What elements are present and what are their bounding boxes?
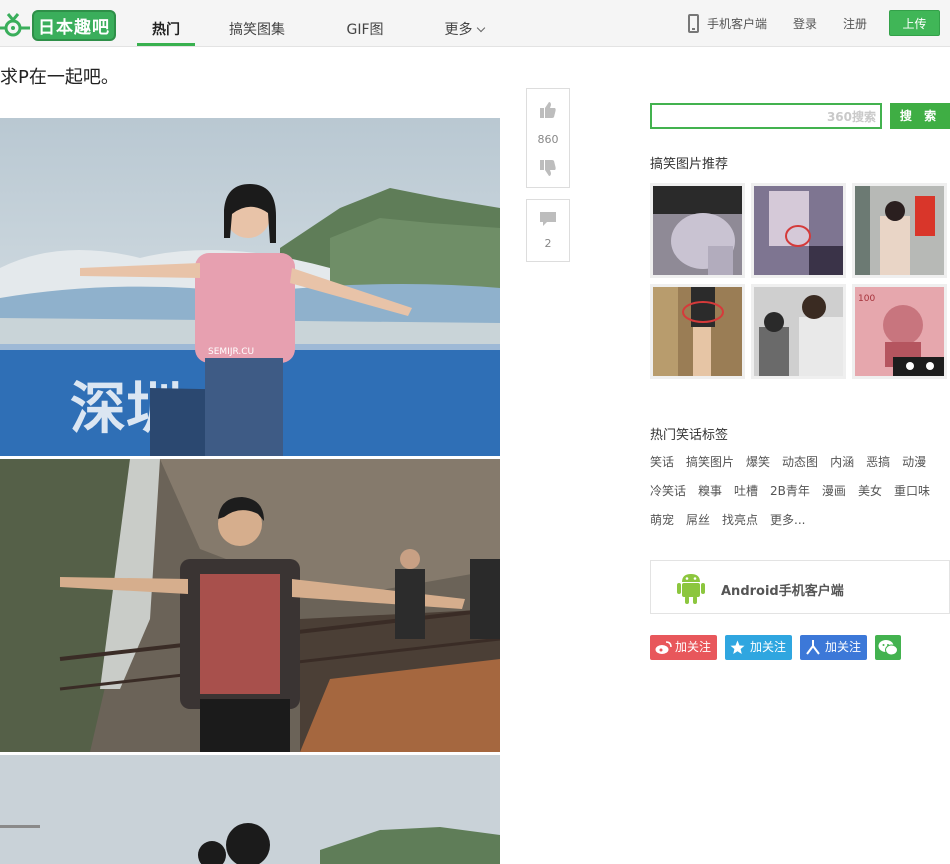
tags-title: 热门笑话标签 [650, 428, 729, 443]
tag-link[interactable]: 吐槽 [734, 482, 758, 499]
logo-mark-icon [0, 11, 30, 39]
post-photo-1: 深圳小 SEMIJR.CU [0, 118, 500, 456]
post-photo-3 [0, 755, 500, 864]
photo-watermark: SEMIJR.CU [208, 347, 254, 357]
like-count: 860 [537, 133, 559, 146]
follow-label: 加关注 [824, 640, 861, 654]
phone-icon [687, 13, 699, 33]
tag-link[interactable]: 重口味 [894, 482, 930, 499]
login-link[interactable]: 登录 [793, 15, 817, 32]
tag-link[interactable]: 更多... [770, 511, 805, 528]
search-box: 360搜索 [650, 103, 882, 129]
tag-link[interactable]: 恶搞 [866, 453, 890, 470]
header-actions: 手机客户端 登录 注册 上传 [687, 0, 940, 46]
nav-item-label: 搞笑图集 [229, 22, 285, 38]
thumbs-down-icon[interactable] [539, 159, 557, 177]
qzone-follow-button[interactable]: 加关注 [725, 635, 792, 660]
android-client-label: Android手机客户端 [721, 584, 844, 599]
android-client-banner[interactable]: Android手机客户端 [650, 560, 950, 614]
wechat-follow-button[interactable] [875, 635, 901, 660]
weibo-icon [655, 641, 672, 654]
tag-link[interactable]: 爆笑 [746, 453, 770, 470]
tag-row: 冷笑话 糗事 吐槽 2B青年 漫画 美女 重口味 [650, 482, 942, 499]
nav-item-label: 更多 [444, 22, 473, 38]
tag-link[interactable]: 屌丝 [686, 511, 710, 528]
search-button[interactable]: 搜 索 [890, 103, 950, 129]
recommend-thumb[interactable]: 100 [852, 284, 947, 379]
nav-item-hot[interactable]: 热门 [137, 0, 195, 46]
renren-follow-button[interactable]: 加关注 [800, 635, 867, 660]
chevron-down-icon [476, 23, 485, 33]
tag-row: 萌宠 屌丝 找亮点 更多... [650, 511, 818, 528]
nav-item-more[interactable]: 更多 [442, 0, 486, 46]
logo-text: 日本趣吧 [32, 9, 116, 41]
comment-icon [540, 212, 556, 226]
tag-link[interactable]: 搞笑图片 [686, 453, 734, 470]
nav-item-label: 热门 [152, 22, 180, 38]
post-title: 求P在一起吧。 [0, 67, 119, 88]
tag-link[interactable]: 找亮点 [722, 511, 758, 528]
tag-link[interactable]: 糗事 [698, 482, 722, 499]
mobile-client-link[interactable]: 手机客户端 [707, 15, 767, 32]
follow-label: 加关注 [674, 640, 711, 654]
tag-link[interactable]: 笑话 [650, 453, 674, 470]
tag-link[interactable]: 动态图 [782, 453, 818, 470]
vote-box: 860 [526, 88, 570, 188]
upload-button[interactable]: 上传 [889, 10, 940, 36]
wechat-icon [878, 640, 898, 656]
nav-item-funny-albums[interactable]: 搞笑图集 [228, 0, 286, 46]
tag-link[interactable]: 美女 [858, 482, 882, 499]
recommend-thumb[interactable] [650, 284, 745, 379]
comment-count: 2 [544, 237, 552, 250]
main-nav: 热门 搞笑图集 GIF图 更多 [137, 0, 486, 46]
recommend-thumb[interactable] [650, 183, 745, 278]
tag-link[interactable]: 萌宠 [650, 511, 674, 528]
site-logo[interactable]: 日本趣吧 [0, 9, 116, 41]
recommend-thumb[interactable] [751, 183, 846, 278]
tag-row: 笑话 搞笑图片 爆笑 动态图 内涵 恶搞 动漫 [650, 453, 938, 470]
tag-link[interactable]: 漫画 [822, 482, 846, 499]
svg-text:100: 100 [858, 294, 875, 304]
recommend-thumb[interactable] [751, 284, 846, 379]
thumbs-up-icon[interactable] [539, 101, 557, 119]
qzone-icon [730, 640, 745, 654]
tag-link[interactable]: 冷笑话 [650, 482, 686, 499]
tag-link[interactable]: 动漫 [902, 453, 926, 470]
post-photo-2 [0, 459, 500, 752]
comment-box[interactable]: 2 [526, 199, 570, 262]
weibo-follow-button[interactable]: 加关注 [650, 635, 717, 660]
recommend-thumb[interactable] [852, 183, 947, 278]
search-brand-logo: 360搜索 [826, 110, 876, 124]
renren-icon [806, 640, 820, 655]
android-icon [677, 574, 705, 604]
follow-label: 加关注 [749, 640, 786, 654]
nav-item-label: GIF图 [346, 22, 384, 38]
nav-item-gif[interactable]: GIF图 [345, 0, 385, 46]
top-header: 日本趣吧 热门 搞笑图集 GIF图 更多 手机客户端 登录 注册 上传 [0, 0, 950, 47]
search-input[interactable] [656, 105, 786, 127]
register-link[interactable]: 注册 [843, 15, 867, 32]
recommend-title: 搞笑图片推荐 [650, 157, 729, 172]
tag-link[interactable]: 2B青年 [770, 482, 810, 499]
tag-link[interactable]: 内涵 [830, 453, 854, 470]
